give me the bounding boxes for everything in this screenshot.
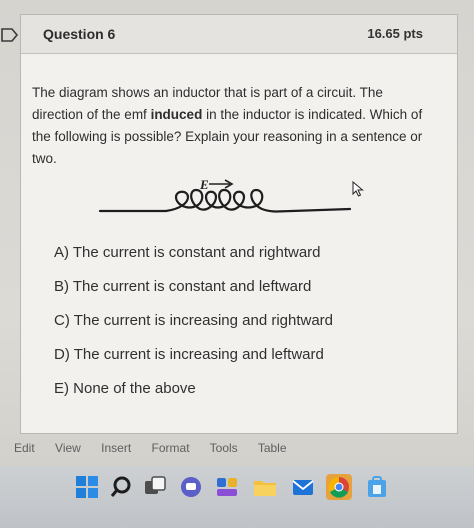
taskbar	[0, 466, 474, 528]
task-view-icon[interactable]	[142, 474, 168, 500]
chrome-icon[interactable]	[326, 474, 352, 500]
store-icon[interactable]	[364, 474, 390, 500]
question-header: Question 6 16.65 pts	[21, 15, 457, 54]
menu-edit[interactable]: Edit	[14, 441, 35, 455]
answer-option-c[interactable]: C) The current is increasing and rightwa…	[54, 309, 414, 343]
menu-table[interactable]: Table	[258, 441, 287, 455]
answer-option-b[interactable]: B) The current is constant and leftward	[54, 275, 414, 309]
widgets-icon[interactable]	[214, 474, 240, 500]
emf-arrow	[209, 179, 234, 189]
answer-option-a[interactable]: A) The current is constant and rightward	[54, 241, 414, 275]
inductor-coil	[98, 188, 352, 213]
menu-insert[interactable]: Insert	[101, 441, 131, 455]
emf-label: E	[199, 177, 209, 192]
windows-start-icon[interactable]	[74, 474, 100, 500]
menu-format[interactable]: Format	[152, 441, 190, 455]
menu-view[interactable]: View	[55, 441, 81, 455]
screen: Question 6 16.65 pts The diagram shows a…	[0, 0, 474, 528]
search-icon[interactable]	[108, 474, 134, 500]
question-text: The diagram shows an inductor that is pa…	[32, 82, 437, 170]
editor-menubar: Edit View Insert Format Tools Table	[14, 441, 314, 459]
chat-icon[interactable]	[178, 474, 204, 500]
menu-tools[interactable]: Tools	[210, 441, 238, 455]
answer-option-d[interactable]: D) The current is increasing and leftwar…	[54, 343, 414, 377]
flag-icon[interactable]	[0, 26, 20, 44]
mouse-cursor-icon	[352, 181, 364, 197]
file-explorer-icon[interactable]	[252, 474, 278, 500]
question-text-bold: induced	[150, 107, 203, 122]
mail-icon[interactable]	[290, 474, 316, 500]
inductor-diagram: E	[98, 177, 352, 213]
question-title: Question 6	[43, 26, 116, 42]
question-points: 16.65 pts	[367, 26, 423, 41]
answer-option-e[interactable]: E) None of the above	[54, 377, 414, 411]
answer-list: A) The current is constant and rightward…	[54, 241, 414, 411]
